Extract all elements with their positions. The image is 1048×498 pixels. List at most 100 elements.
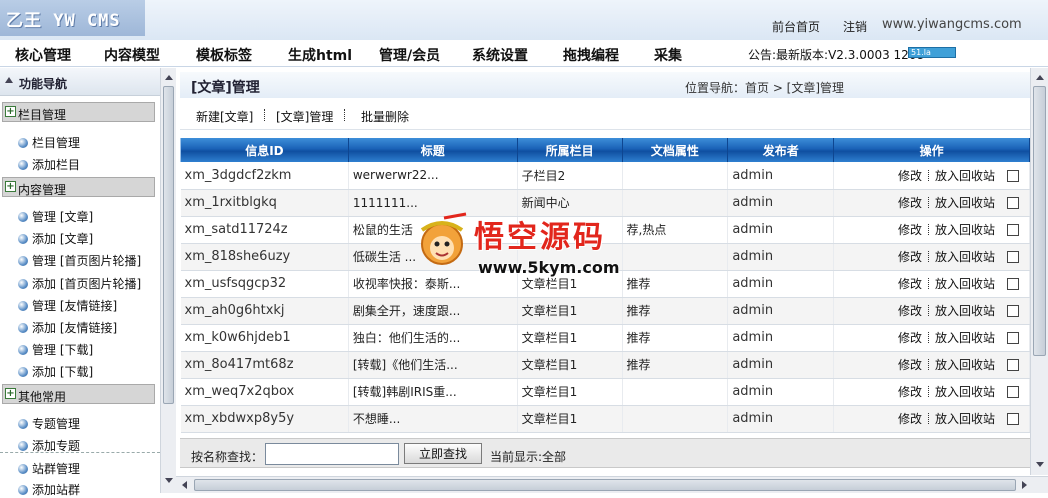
edit-link[interactable]: 修改 <box>898 412 922 426</box>
cell-column: 文章栏目1 <box>517 324 623 352</box>
row-checkbox[interactable] <box>1007 224 1019 236</box>
sidebar-group-columns[interactable]: + 栏目管理 <box>2 102 155 122</box>
recycle-link[interactable]: 放入回收站 <box>935 169 995 183</box>
nav-item-content-model[interactable]: 内容模型 <box>104 45 160 65</box>
current-filter-status: 当前显示:全部 <box>490 450 567 464</box>
sidebar-item-download-add[interactable]: 添加 [下载] <box>18 363 93 380</box>
row-checkbox[interactable] <box>1007 278 1019 290</box>
action-divider <box>927 224 929 235</box>
row-checkbox[interactable] <box>1007 413 1019 425</box>
sidebar-item-download-manage[interactable]: 管理 [下载] <box>18 341 93 358</box>
recycle-link[interactable]: 放入回收站 <box>935 277 995 291</box>
nav-item-generate-html[interactable]: 生成html <box>288 45 352 65</box>
row-checkbox[interactable] <box>1007 169 1019 182</box>
search-input[interactable] <box>265 443 399 465</box>
cell-id: xm_ah0g6htxkj <box>180 297 349 325</box>
page-title: [文章]管理 <box>191 80 260 96</box>
edit-link[interactable]: 修改 <box>898 169 922 183</box>
sidebar-item-slider-add[interactable]: 添加 [首页图片轮播] <box>18 275 141 292</box>
sidebar-item-links-add[interactable]: 添加 [友情链接] <box>18 319 117 336</box>
cell-title[interactable]: 不想睡... <box>348 405 518 433</box>
sidebar-header[interactable]: 功能导航 <box>0 68 160 96</box>
sidebar-item-topic-manage[interactable]: 专题管理 <box>18 415 80 432</box>
front-home-link[interactable]: 前台首页 <box>772 18 820 35</box>
row-checkbox[interactable] <box>1007 386 1019 398</box>
sidebar-group-other[interactable]: + 其他常用 <box>2 384 155 404</box>
recycle-link[interactable]: 放入回收站 <box>935 223 995 237</box>
cell-title[interactable]: 剧集全开，速度跟... <box>348 297 518 325</box>
cell-title[interactable]: [转载]韩剧IRIS重... <box>348 378 518 406</box>
col-header-author[interactable]: 发布者 <box>727 138 835 162</box>
nav-item-drag-programming[interactable]: 拖拽编程 <box>563 45 619 65</box>
sidebar-group-content[interactable]: + 内容管理 <box>2 177 155 197</box>
row-checkbox[interactable] <box>1007 197 1019 209</box>
logout-link[interactable]: 注销 <box>843 18 867 35</box>
table-row: xm_weq7x2qbox [转载]韩剧IRIS重... 文章栏目1 admin 修改放… <box>180 378 1030 406</box>
edit-link[interactable]: 修改 <box>898 277 922 291</box>
sidebar-item-article-add[interactable]: 添加 [文章] <box>18 230 93 247</box>
cell-actions: 修改 放入回收站 <box>833 297 1030 325</box>
action-divider <box>927 197 929 208</box>
action-divider <box>927 305 929 316</box>
scroll-right-arrow-icon[interactable] <box>1022 481 1027 489</box>
sidebar-item-links-manage[interactable]: 管理 [友情链接] <box>18 297 117 314</box>
col-header-id[interactable]: 信息ID <box>180 138 349 162</box>
content-horizontal-scrollbar[interactable] <box>176 476 1048 493</box>
cell-title[interactable]: werwerwr22... <box>348 162 518 190</box>
recycle-link[interactable]: 放入回收站 <box>935 304 995 318</box>
sidebar-scrollbar[interactable] <box>160 68 176 493</box>
content-vertical-scrollbar[interactable] <box>1030 68 1048 475</box>
site-url-link[interactable]: www.yiwangcms.com <box>882 17 1022 32</box>
nav-item-core[interactable]: 核心管理 <box>15 45 71 65</box>
cell-author: admin <box>727 324 835 352</box>
col-header-title[interactable]: 标题 <box>347 138 518 162</box>
scroll-down-arrow-icon[interactable] <box>1036 462 1044 467</box>
recycle-link[interactable]: 放入回收站 <box>935 358 995 372</box>
sidebar-item-slider-manage[interactable]: 管理 [首页图片轮播] <box>18 252 141 269</box>
row-checkbox[interactable] <box>1007 332 1019 344</box>
table-row: xm_k0w6hjdeb1 独白：他们生活的... 文章栏目1 推荐 admin 修改 放入… <box>180 324 1030 352</box>
scroll-down-arrow-icon[interactable] <box>165 478 173 483</box>
recycle-link[interactable]: 放入回收站 <box>935 412 995 426</box>
row-checkbox[interactable] <box>1007 359 1019 371</box>
edit-link[interactable]: 修改 <box>898 331 922 345</box>
recycle-link[interactable]: 放入回收站 <box>935 196 995 210</box>
batch-delete-button[interactable]: 批量删除 <box>361 108 409 125</box>
sidebar-item-site-group-manage[interactable]: 站群管理 <box>18 460 80 477</box>
edit-link[interactable]: 修改 <box>898 304 922 318</box>
recycle-link[interactable]: 放入回收站 <box>935 331 995 345</box>
cell-attr: 推荐 <box>622 351 729 379</box>
new-article-button[interactable]: 新建[文章] <box>196 108 253 125</box>
scroll-thumb[interactable] <box>1033 86 1046 356</box>
row-checkbox[interactable] <box>1007 305 1019 317</box>
col-header-attr[interactable]: 文档属性 <box>621 138 729 162</box>
watermark: 悟空源码 www.5kym.com <box>412 208 640 282</box>
search-button[interactable]: 立即查找 <box>404 443 482 464</box>
edit-link[interactable]: 修改 <box>898 385 922 399</box>
nav-item-system-settings[interactable]: 系统设置 <box>472 45 528 65</box>
edit-link[interactable]: 修改 <box>898 358 922 372</box>
nav-item-template-tags[interactable]: 模板标签 <box>196 45 252 65</box>
cell-title[interactable]: [转载]《他们生活... <box>348 351 518 379</box>
scroll-thumb[interactable] <box>163 86 174 404</box>
sidebar-item-article-manage[interactable]: 管理 [文章] <box>18 208 93 225</box>
cell-title[interactable]: 独白：他们生活的... <box>348 324 518 352</box>
recycle-link[interactable]: 放入回收站 <box>935 385 995 399</box>
scroll-up-arrow-icon[interactable] <box>1036 75 1044 80</box>
article-manage-button[interactable]: [文章]管理 <box>276 108 333 125</box>
nav-item-collect[interactable]: 采集 <box>654 45 682 65</box>
nav-item-admin-members[interactable]: 管理/会员 <box>379 45 440 65</box>
recycle-link[interactable]: 放入回收站 <box>935 250 995 264</box>
scroll-left-arrow-icon[interactable] <box>182 481 187 489</box>
scroll-thumb[interactable] <box>194 479 1016 491</box>
edit-link[interactable]: 修改 <box>898 223 922 237</box>
stats-counter-badge[interactable]: 51.la <box>908 47 956 58</box>
scroll-up-arrow-icon[interactable] <box>165 75 173 80</box>
edit-link[interactable]: 修改 <box>898 250 922 264</box>
sidebar-item-column-manage[interactable]: 栏目管理 <box>18 134 80 151</box>
row-checkbox[interactable] <box>1007 251 1019 263</box>
sidebar-item-column-add[interactable]: 添加栏目 <box>18 156 80 173</box>
col-header-column[interactable]: 所属栏目 <box>516 138 623 162</box>
sidebar-item-site-group-add[interactable]: 添加站群 <box>18 481 80 498</box>
edit-link[interactable]: 修改 <box>898 196 922 210</box>
